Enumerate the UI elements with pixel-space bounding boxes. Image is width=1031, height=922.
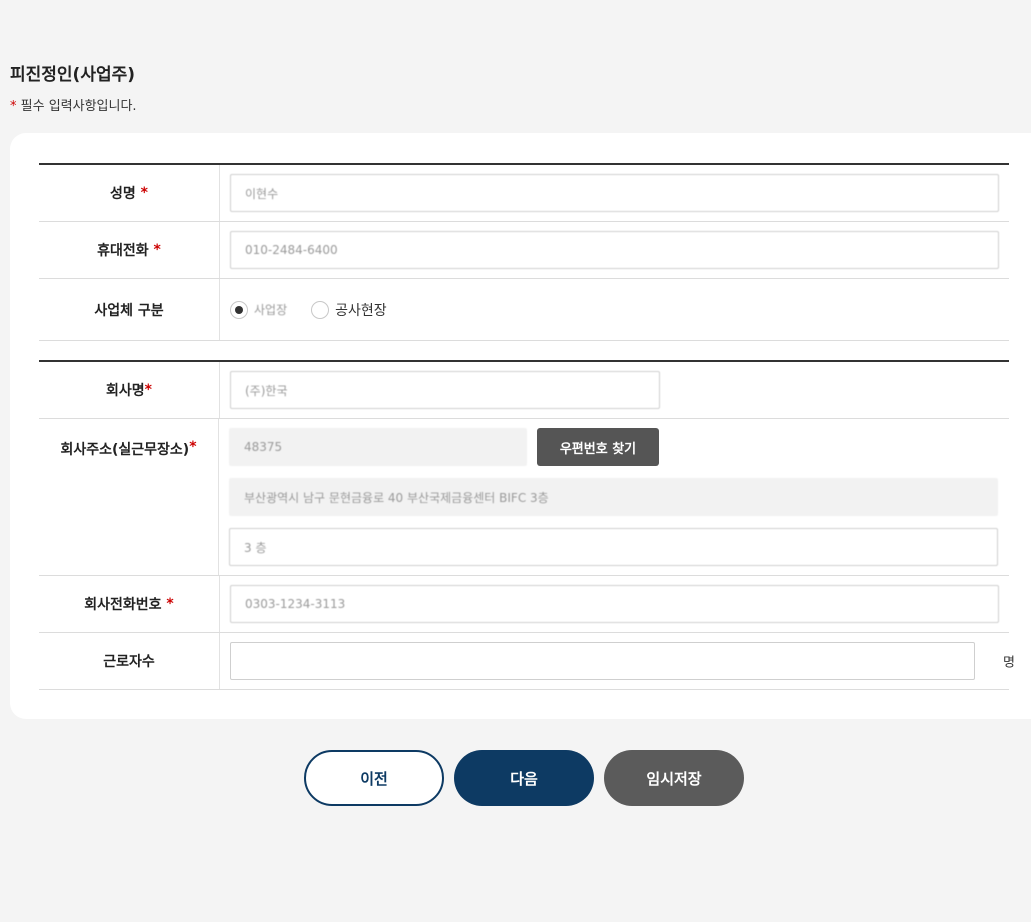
address-input[interactable]: 부산광역시 남구 문현금융로 40 부산국제금융센터 BIFC 3층 — [229, 478, 998, 516]
find-zipcode-button[interactable]: 우편번호 찾기 — [537, 428, 659, 466]
required-note: * 필수 입력사항입니다. — [10, 95, 137, 114]
name-input[interactable]: 이현수 — [230, 174, 999, 212]
business-type-label: 사업체 구분 — [39, 279, 220, 340]
employees-input[interactable] — [230, 642, 975, 680]
business-type-row: 사업체 구분 사업장 공사현장 — [39, 279, 1009, 341]
company-address-row: 회사주소(실근무장소) * 48375 우편번호 찾기 부산광역시 남구 문현금융… — [39, 419, 1009, 576]
company-name-row: 회사명 * (주)한국 — [39, 362, 1009, 419]
next-button[interactable]: 다음 — [454, 750, 594, 806]
phone-label: 휴대전화 * — [39, 222, 220, 278]
company-section: 회사명 * (주)한국 회사주소(실근무장소) * 48375 우편번호 찾기 부산… — [39, 360, 1015, 690]
address-detail-input[interactable]: 3 층 — [229, 528, 998, 566]
required-star: * — [166, 596, 174, 612]
phone-row: 휴대전화 * 010-2484-6400 — [39, 222, 1009, 279]
zipcode-input[interactable]: 48375 — [229, 428, 527, 466]
name-row: 성명 * 이현수 — [39, 165, 1009, 222]
radio-business-site-label[interactable]: 사업장 — [254, 301, 287, 318]
radio-construction-site[interactable] — [311, 300, 330, 319]
business-type-radio-group: 사업장 공사현장 — [230, 279, 999, 340]
prev-button[interactable]: 이전 — [304, 750, 444, 806]
company-address-label: 회사주소(실근무장소) * — [39, 419, 219, 575]
radio-business-site[interactable] — [230, 300, 248, 319]
employees-row: 근로자수 명 — [39, 633, 1015, 690]
employees-label: 근로자수 — [39, 633, 220, 689]
company-name-label: 회사명 * — [39, 362, 220, 418]
required-star: * — [140, 185, 148, 201]
radio-construction-site-label[interactable]: 공사현장 — [335, 300, 387, 320]
company-name-input[interactable]: (주)한국 — [230, 371, 660, 409]
required-star: * — [144, 382, 152, 398]
temp-save-button[interactable]: 임시저장 — [604, 750, 744, 806]
phone-input[interactable]: 010-2484-6400 — [230, 231, 999, 269]
name-label: 성명 * — [39, 165, 220, 221]
required-note-text: 필수 입력사항입니다. — [20, 99, 137, 114]
company-phone-row: 회사전화번호 * 0303-1234-3113 — [39, 576, 1009, 633]
page-title: 피진정인(사업주) — [10, 65, 136, 85]
personal-section: 성명 * 이현수 휴대전화 * 010-2484-6400 사업체 구분 사업장… — [39, 163, 1009, 341]
required-star: * — [10, 99, 17, 114]
required-star: * — [189, 439, 197, 455]
required-star: * — [153, 242, 161, 258]
company-phone-input[interactable]: 0303-1234-3113 — [230, 585, 999, 623]
company-phone-label: 회사전화번호 * — [39, 576, 220, 632]
employees-unit: 명 — [1003, 655, 1015, 671]
